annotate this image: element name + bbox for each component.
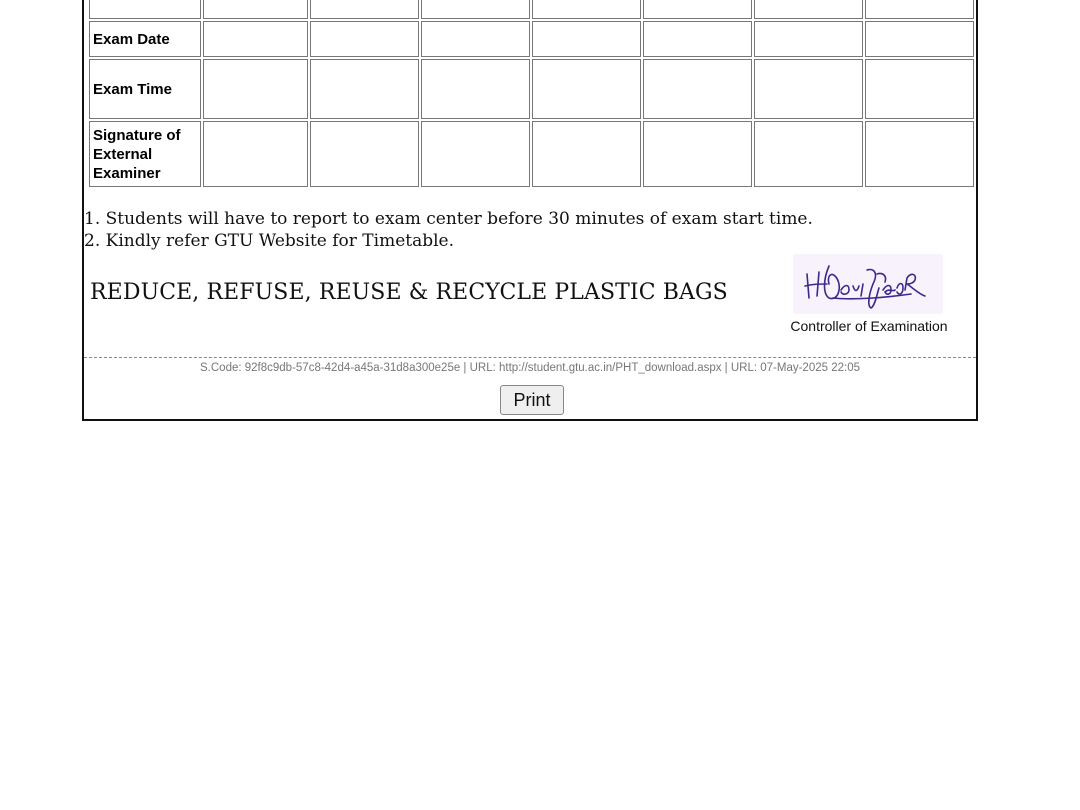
- table-cell: [642, 21, 752, 57]
- table-cell: [531, 121, 641, 187]
- table-cell: [753, 59, 863, 119]
- table-cell: [421, 59, 530, 119]
- table-cell: [421, 21, 530, 57]
- row-label: Subject Code: [89, 0, 201, 19]
- row-label: Signature of External Examiner: [89, 121, 201, 187]
- table-cell: [753, 21, 863, 57]
- divider: [84, 357, 976, 358]
- controller-signature-image: [793, 254, 943, 314]
- table-cell: [753, 0, 863, 19]
- instructions: 1. Students will have to report to exam …: [84, 208, 813, 252]
- exam-schedule-table: Subject Code 3191 Exam Date Exam Time: [87, 0, 976, 189]
- table-row: Exam Date: [89, 21, 974, 57]
- signature-caption: Controller of Examination: [790, 318, 948, 334]
- row-label: Exam Date: [89, 21, 201, 57]
- table-cell: 3191: [202, 0, 309, 19]
- table-cell: [202, 21, 309, 57]
- signature-scribble: [804, 265, 926, 309]
- plastic-bags-slogan: REDUCE, REFUSE, REUSE & RECYCLE PLASTIC …: [90, 280, 728, 305]
- table-cell: [310, 0, 419, 19]
- security-code-line: S.Code: 92f8c9db-57c8-42d4-a45a-31d8a300…: [200, 362, 860, 374]
- table-cell: [202, 59, 309, 119]
- table-cell: [864, 21, 974, 57]
- table-cell: [642, 121, 752, 187]
- table-cell: [642, 59, 752, 119]
- row-label: Exam Time: [89, 59, 201, 119]
- table-cell: [421, 121, 530, 187]
- table-cell: [310, 21, 419, 57]
- table-cell: [310, 121, 419, 187]
- table-cell: [642, 0, 752, 19]
- table-row: Signature of External Examiner: [89, 121, 974, 187]
- table-cell: [421, 0, 530, 19]
- hall-ticket-frame: Subject Code 3191 Exam Date Exam Time: [82, 0, 978, 421]
- instruction-item: 1. Students will have to report to exam …: [84, 209, 813, 229]
- table-cell: [531, 59, 641, 119]
- table-cell: [531, 21, 641, 57]
- table-row: Subject Code 3191: [89, 0, 974, 19]
- print-button[interactable]: Print: [500, 385, 564, 415]
- table-cell: [753, 121, 863, 187]
- instruction-item: 2. Kindly refer GTU Website for Timetabl…: [84, 231, 455, 251]
- table-cell: [531, 0, 641, 19]
- table-row: Exam Time: [89, 59, 974, 119]
- table-cell: [864, 121, 974, 187]
- table-cell: [202, 121, 309, 187]
- table-cell: [864, 0, 974, 19]
- table-cell: [864, 59, 974, 119]
- table-cell: [310, 59, 419, 119]
